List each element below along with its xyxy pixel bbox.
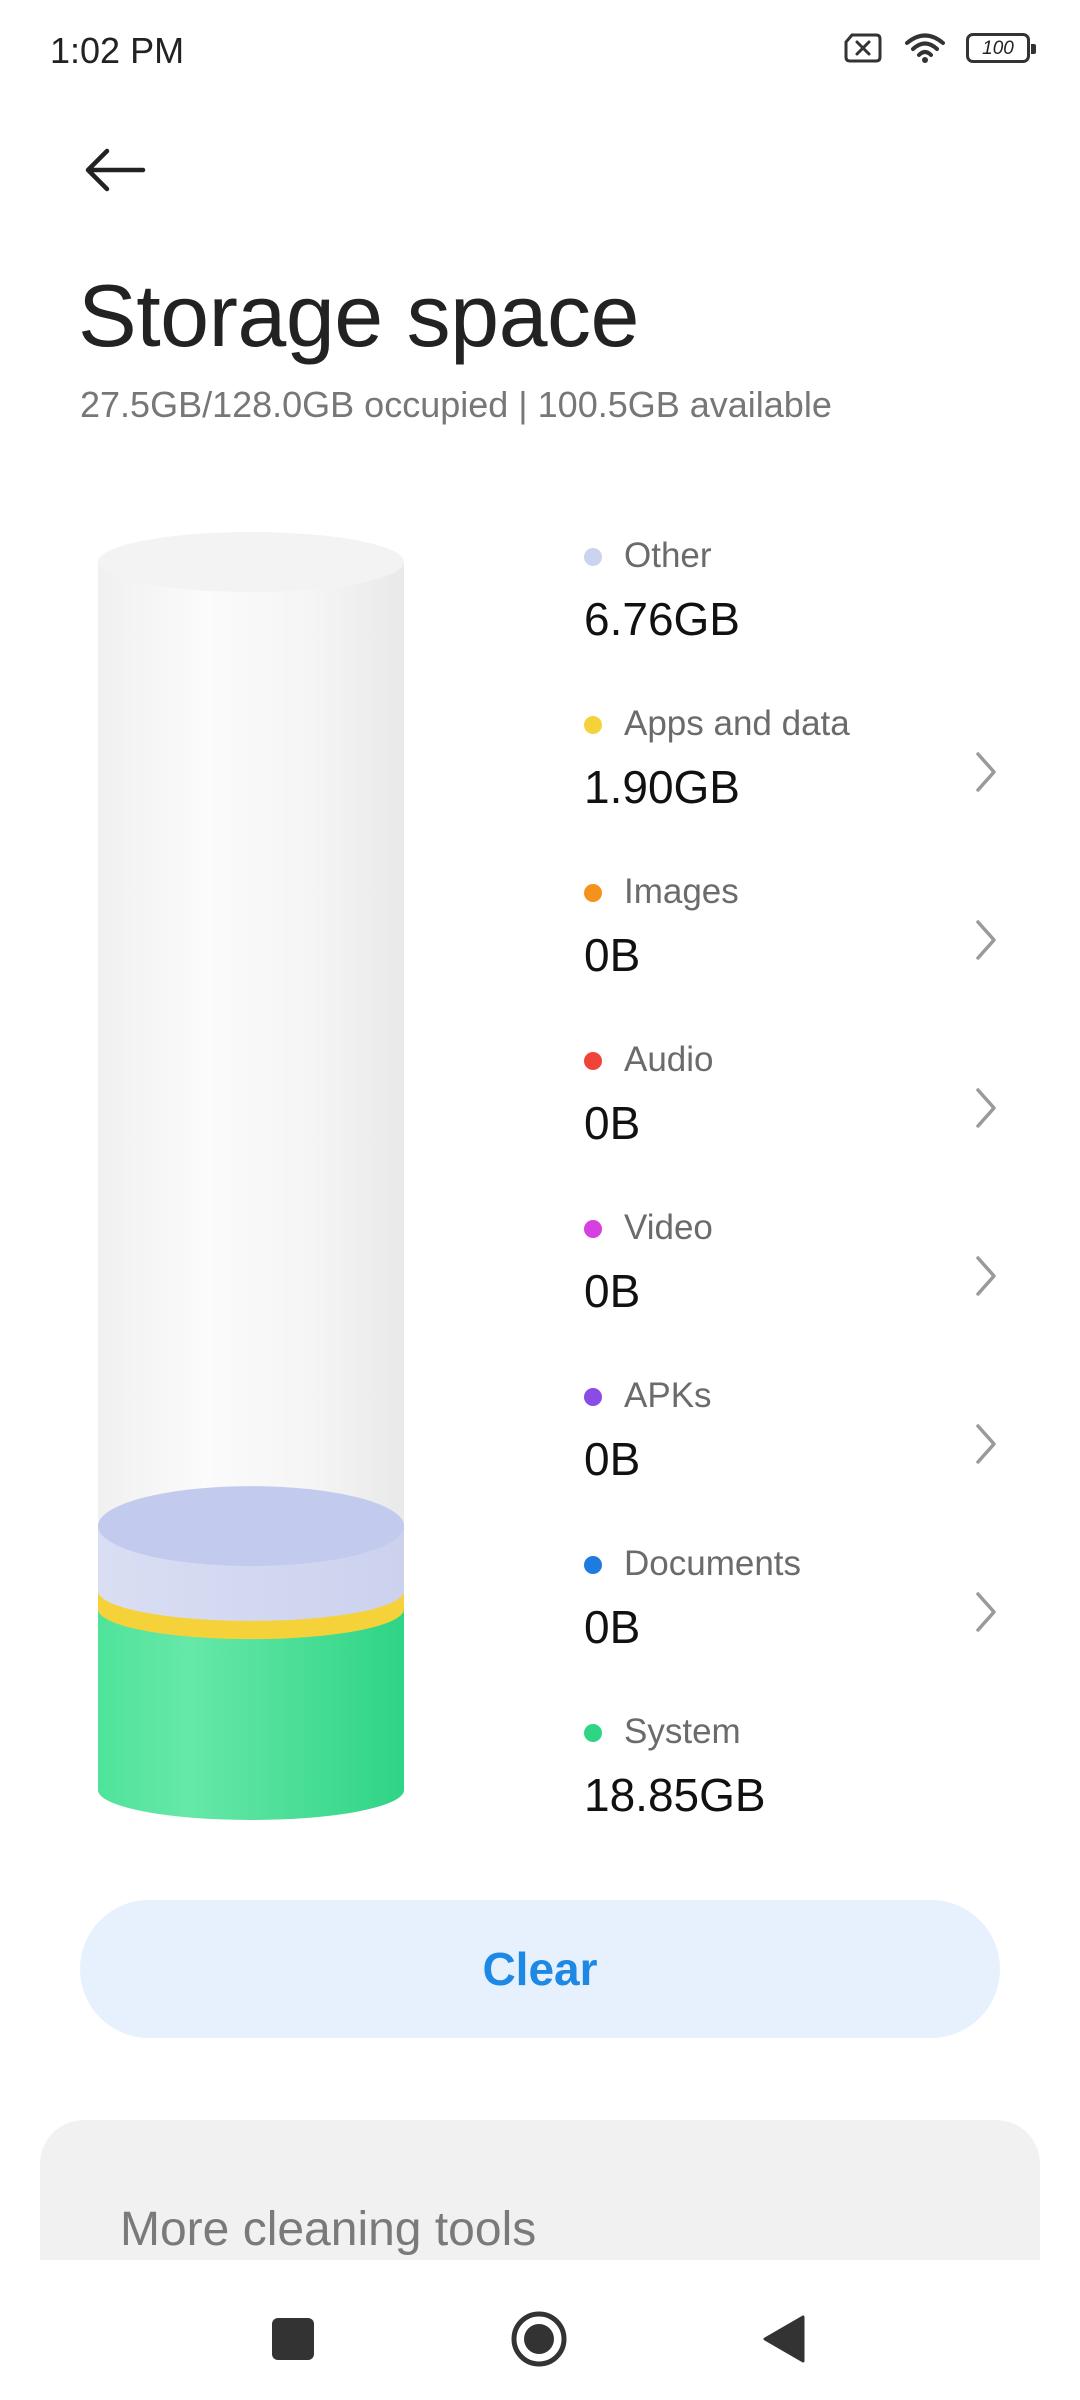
category-color-dot <box>584 1220 602 1238</box>
category-color-dot <box>584 1052 602 1070</box>
wifi-icon <box>904 32 946 64</box>
segment-system <box>98 1609 404 1820</box>
status-time: 1:02 PM <box>50 30 185 71</box>
back-button[interactable] <box>70 130 160 210</box>
category-label: System <box>624 1712 741 1751</box>
storage-category-audio[interactable]: Audio 0B <box>576 1022 1016 1190</box>
storage-screen: 1:02 PM 100 Storage space 27.5GB/128.0GB… <box>0 0 1080 2400</box>
storage-category-list: Other 6.76GB Apps and data 1.90GB Images 0B Au… <box>576 518 1016 1862</box>
category-color-dot <box>584 548 602 566</box>
chevron-right-icon <box>976 1088 996 1128</box>
battery-level: 100 <box>982 37 1014 59</box>
storage-cylinder-chart <box>98 532 405 1820</box>
chevron-right-icon <box>976 920 996 960</box>
cylinder-top <box>98 532 404 592</box>
page-title: Storage space <box>78 266 640 365</box>
tools-card-title: More cleaning tools <box>120 2203 537 2256</box>
no-sim-icon <box>842 32 884 64</box>
segment-top-cap <box>98 1486 404 1567</box>
category-label: APKs <box>624 1376 712 1415</box>
chevron-right-icon <box>976 1592 996 1632</box>
category-label: Images <box>624 872 739 911</box>
home-circle-icon <box>511 2311 567 2367</box>
category-color-dot <box>584 1724 602 1742</box>
storage-category-apps-and-data[interactable]: Apps and data 1.90GB <box>576 686 1016 854</box>
category-label: Video <box>624 1208 713 1247</box>
back-nav-button[interactable] <box>748 2304 818 2374</box>
category-size: 0B <box>584 1601 641 1653</box>
storage-category-video[interactable]: Video 0B <box>576 1190 1016 1358</box>
cylinder-segments <box>98 1486 405 1820</box>
chevron-right-icon <box>976 752 996 792</box>
category-size: 0B <box>584 1265 641 1317</box>
chevron-right-icon <box>976 1424 996 1464</box>
category-size: 0B <box>584 929 641 981</box>
category-label: Apps and data <box>624 704 850 743</box>
category-color-dot <box>584 884 602 902</box>
clear-button[interactable]: Clear <box>80 1900 1000 2038</box>
chevron-right-icon <box>976 1256 996 1296</box>
storage-category-other: Other 6.76GB <box>576 518 1016 686</box>
storage-category-system: System 18.85GB <box>576 1694 1016 1862</box>
status-bar: 1:02 PM 100 <box>0 0 1080 104</box>
status-icons: 100 <box>842 32 1036 64</box>
recents-square-icon <box>272 2318 314 2360</box>
category-color-dot <box>584 1556 602 1574</box>
category-size: 0B <box>584 1433 641 1485</box>
category-size: 0B <box>584 1097 641 1149</box>
storage-category-images[interactable]: Images 0B <box>576 854 1016 1022</box>
home-button[interactable] <box>504 2304 574 2374</box>
storage-category-apks[interactable]: APKs 0B <box>576 1358 1016 1526</box>
more-cleaning-tools-card[interactable]: More cleaning tools <box>40 2120 1040 2260</box>
category-color-dot <box>584 716 602 734</box>
recents-button[interactable] <box>258 2304 328 2374</box>
navigation-bar <box>0 2274 1080 2400</box>
back-triangle-icon <box>763 2315 805 2363</box>
category-color-dot <box>584 1388 602 1406</box>
storage-category-documents[interactable]: Documents 0B <box>576 1526 1016 1694</box>
category-size: 1.90GB <box>584 761 740 813</box>
category-size: 6.76GB <box>584 593 740 645</box>
category-label: Documents <box>624 1544 802 1583</box>
arrow-left-icon <box>85 148 146 192</box>
category-label: Other <box>624 536 712 575</box>
category-label: Audio <box>624 1040 714 1079</box>
category-size: 18.85GB <box>584 1769 766 1821</box>
storage-summary: 27.5GB/128.0GB occupied | 100.5GB availa… <box>80 384 832 425</box>
battery-icon: 100 <box>966 33 1036 63</box>
